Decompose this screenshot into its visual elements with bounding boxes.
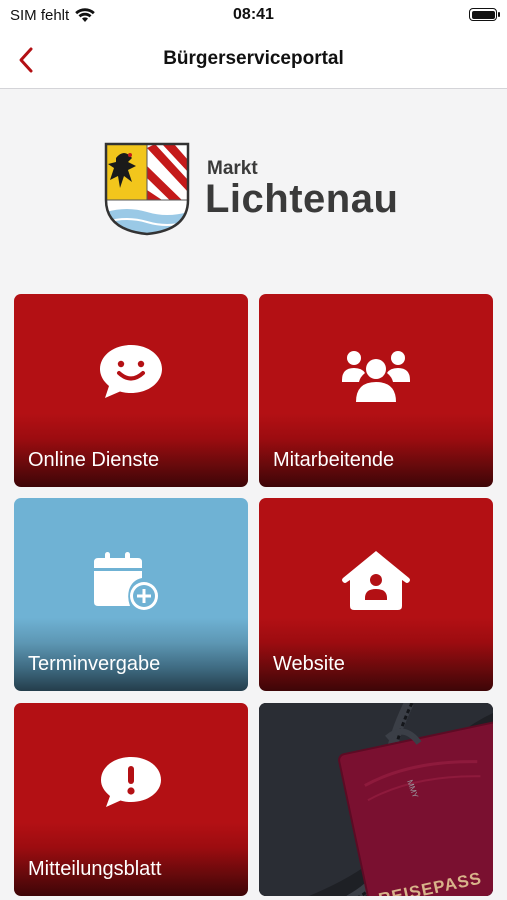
passport-image: REISEPASS MMY bbox=[259, 703, 493, 896]
home-user-icon bbox=[342, 551, 410, 610]
tile-label: Online Dienste bbox=[28, 449, 160, 471]
status-time: 08:41 bbox=[233, 6, 274, 23]
tile-label: Mitteilungsblatt bbox=[28, 858, 162, 880]
page-title: Bürgerserviceportal bbox=[163, 48, 344, 69]
logo-line-name: Lichtenau bbox=[205, 177, 399, 221]
tile-online-dienste[interactable]: Online Dienste bbox=[14, 294, 248, 487]
chat-smile-icon bbox=[100, 345, 162, 398]
battery-icon bbox=[469, 8, 500, 21]
navigation-bar: Bürgerserviceportal bbox=[0, 32, 507, 89]
tile-label: Mitarbeitende bbox=[273, 449, 395, 471]
calendar-add-icon bbox=[94, 552, 158, 610]
chat-alert-icon bbox=[101, 757, 161, 807]
tile-label: Website bbox=[273, 653, 345, 675]
tile-website[interactable]: Website bbox=[259, 498, 493, 691]
coat-of-arms-icon bbox=[104, 142, 190, 236]
people-group-icon bbox=[342, 351, 410, 402]
status-bar: SIM fehlt 08:41 bbox=[0, 0, 507, 32]
tile-label: Terminvergabe bbox=[28, 653, 161, 675]
tile-reisepass-image[interactable]: REISEPASS MMY bbox=[259, 703, 493, 896]
tile-mitarbeitende[interactable]: Mitarbeitende bbox=[259, 294, 493, 487]
tile-terminvergabe[interactable]: Terminvergabe bbox=[14, 498, 248, 691]
tile-mitteilungsblatt[interactable]: Mitteilungsblatt bbox=[14, 703, 248, 896]
